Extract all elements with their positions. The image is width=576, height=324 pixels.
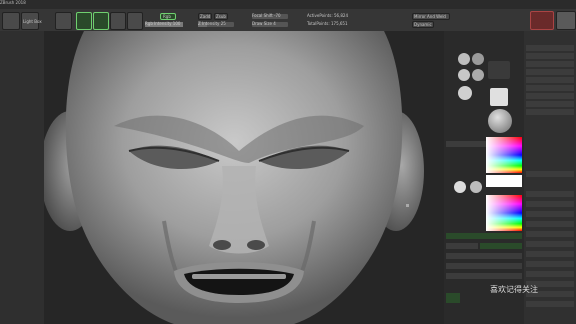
- draw-button[interactable]: [93, 12, 109, 30]
- z-intensity-label: Z Intensity 25: [198, 21, 226, 26]
- stroke-type-icon[interactable]: [488, 61, 510, 79]
- top-toolbar: Light Box Rgb Rgb Intensity 100 Zadd Zsu…: [0, 9, 576, 31]
- lazy-radius-row[interactable]: [446, 253, 522, 259]
- palette-row[interactable]: [526, 93, 574, 99]
- zsub-label: Zsub: [216, 14, 226, 19]
- palette-row[interactable]: [526, 301, 574, 307]
- move-button[interactable]: [110, 12, 126, 30]
- lightbox-button[interactable]: Light Box: [21, 12, 42, 30]
- zadd-toggle[interactable]: Zadd: [198, 13, 212, 20]
- quick-sketch-button[interactable]: [55, 12, 72, 30]
- left-shelf: [0, 31, 44, 324]
- palette-row[interactable]: [526, 191, 574, 197]
- texture-icon[interactable]: [490, 88, 508, 106]
- dynamic-label: Dynamic: [414, 22, 432, 27]
- palette-row[interactable]: [526, 231, 574, 237]
- palette-row[interactable]: [526, 261, 574, 267]
- palette-row[interactable]: [526, 77, 574, 83]
- rgb-intensity-label: Rgb Intensity 100: [145, 21, 181, 26]
- stroke-icon[interactable]: [472, 69, 484, 81]
- dynamic-button[interactable]: Dynamic: [412, 21, 434, 28]
- mirror-weld-button[interactable]: Mirror And Weld: [412, 13, 450, 20]
- right-tray: [444, 31, 524, 324]
- material-sphere-icon[interactable]: [454, 181, 466, 193]
- draw-size-label: Draw Size 4: [252, 21, 276, 26]
- zsub-toggle[interactable]: Zsub: [214, 13, 228, 20]
- total-points-readout: TotalPoints: 175,651: [307, 21, 348, 26]
- tool-thumbnail-2[interactable]: [556, 11, 576, 30]
- tool-palette: [524, 31, 576, 324]
- lazy-mouse-row[interactable]: [446, 233, 522, 239]
- palette-row[interactable]: [526, 271, 574, 277]
- palette-row[interactable]: [526, 221, 574, 227]
- palette-row[interactable]: [526, 69, 574, 75]
- secondary-color-picker[interactable]: [486, 195, 522, 231]
- spotlight-row[interactable]: [446, 273, 522, 279]
- brush-icon[interactable]: [458, 53, 470, 65]
- cursor-dot: [406, 204, 409, 207]
- app-title: ZBrush 2018: [0, 0, 26, 5]
- left-nostril: [213, 240, 231, 250]
- palette-row[interactable]: [526, 109, 574, 115]
- upper-teeth: [192, 274, 286, 279]
- alpha-icon[interactable]: [458, 86, 472, 100]
- active-points-readout: ActivePoints: 56,824: [307, 13, 349, 18]
- main-color-swatch[interactable]: [486, 175, 522, 187]
- symmetry-row[interactable]: [480, 243, 522, 249]
- palette-row[interactable]: [526, 53, 574, 59]
- color-picker[interactable]: [486, 137, 522, 173]
- edit-button[interactable]: [76, 12, 92, 30]
- palette-row[interactable]: [526, 171, 574, 177]
- mirror-weld-label: Mirror And Weld: [414, 14, 446, 19]
- layer-toggle[interactable]: [446, 293, 460, 303]
- zadd-label: Zadd: [200, 14, 211, 19]
- scale-button[interactable]: [127, 12, 143, 30]
- palette-row[interactable]: [526, 61, 574, 67]
- palette-row[interactable]: [526, 85, 574, 91]
- focal-row[interactable]: [446, 263, 522, 269]
- sculpt-model: [44, 31, 424, 324]
- brush-icon[interactable]: [472, 53, 484, 65]
- palette-row[interactable]: [526, 101, 574, 107]
- stroke-icon[interactable]: [458, 69, 470, 81]
- material-icon[interactable]: [488, 109, 512, 133]
- material-sphere-icon[interactable]: [470, 181, 482, 193]
- watermark-text: 喜欢记得关注: [490, 285, 538, 294]
- palette-row[interactable]: [526, 251, 574, 257]
- projection-master-button[interactable]: [2, 12, 20, 30]
- rgb-toggle[interactable]: Rgb: [160, 13, 176, 20]
- palette-row[interactable]: [526, 241, 574, 247]
- tool-thumbnail[interactable]: [530, 11, 554, 30]
- palette-row[interactable]: [526, 201, 574, 207]
- rgb-label: Rgb: [163, 14, 171, 19]
- palette-row[interactable]: [526, 45, 574, 51]
- focal-shift-label: Focal Shift -70: [252, 13, 281, 18]
- palette-row[interactable]: [526, 211, 574, 217]
- lightbox-label: Light Box: [23, 19, 42, 24]
- right-nostril: [247, 240, 265, 250]
- subpalette-row[interactable]: [446, 243, 478, 249]
- viewport-canvas[interactable]: [44, 31, 444, 324]
